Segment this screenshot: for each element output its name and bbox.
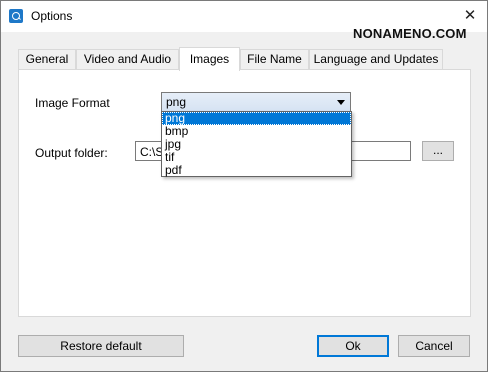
format-option-tif[interactable]: tif (162, 151, 351, 164)
chevron-down-icon (337, 100, 345, 105)
image-format-select[interactable]: png (161, 92, 351, 112)
cancel-button[interactable]: Cancel (398, 335, 470, 357)
window-title: Options (31, 9, 73, 23)
format-option-png[interactable]: png (162, 112, 351, 125)
watermark-logo: NONAMENO.COM (353, 26, 467, 41)
restore-default-button[interactable]: Restore default (18, 335, 184, 357)
app-icon (9, 9, 23, 23)
format-option-bmp[interactable]: bmp (162, 125, 351, 138)
tab-general[interactable]: General (18, 49, 76, 69)
tab-file-name[interactable]: File Name (240, 49, 309, 69)
image-format-label: Image Format (35, 96, 110, 110)
format-option-pdf[interactable]: pdf (162, 164, 351, 177)
output-folder-label: Output folder: (35, 146, 108, 160)
format-option-jpg[interactable]: jpg (162, 138, 351, 151)
tab-language-and-updates[interactable]: Language and Updates (309, 49, 443, 69)
tab-images[interactable]: Images (179, 47, 240, 71)
ok-button[interactable]: Ok (317, 335, 389, 357)
options-dialog: Options ✕ NONAMENO.COM General Video and… (0, 0, 488, 372)
image-format-value: png (166, 95, 187, 109)
image-format-dropdown-list: png bmp jpg tif pdf (161, 111, 352, 177)
browse-button[interactable]: ... (422, 141, 454, 161)
output-folder-value: C:\S (140, 145, 164, 159)
tab-video-and-audio[interactable]: Video and Audio (76, 49, 179, 69)
